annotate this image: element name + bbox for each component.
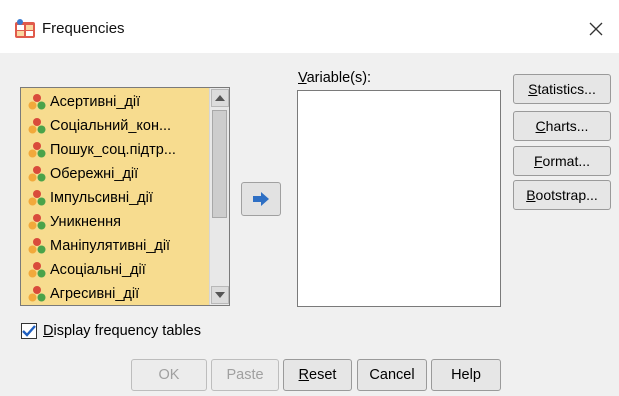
paste-button[interactable]: Paste <box>211 359 279 391</box>
source-variable-label: Уникнення <box>50 214 121 230</box>
close-icon <box>589 22 603 36</box>
source-variable-item[interactable]: Асоціальні_дії <box>23 258 208 282</box>
nominal-variable-icon <box>28 118 46 134</box>
nominal-variable-icon <box>28 214 46 230</box>
source-variable-item[interactable]: Обережні_дії <box>23 162 208 186</box>
variables-label: Variable(s): <box>298 70 372 86</box>
source-variable-item[interactable]: Маніпулятивні_дії <box>23 234 208 258</box>
source-variable-label: Обережні_дії <box>50 166 139 182</box>
help-button[interactable]: Help <box>431 359 501 391</box>
source-variable-item[interactable]: Уникнення <box>23 210 208 234</box>
scroll-up-button[interactable] <box>211 89 229 107</box>
ok-button[interactable]: OK <box>131 359 207 391</box>
close-button[interactable] <box>579 12 613 46</box>
source-variable-item[interactable]: Соціальний_кон... <box>23 114 208 138</box>
display-frequency-tables-checkbox[interactable] <box>21 323 37 339</box>
source-variable-label: Асоціальні_дії <box>50 262 146 278</box>
cancel-button[interactable]: Cancel <box>357 359 427 391</box>
source-variable-item[interactable]: Пошук_соц.підтр... <box>23 138 208 162</box>
scroll-up-icon <box>215 95 225 101</box>
source-variable-label: Асертивні_дії <box>50 94 141 110</box>
nominal-variable-icon <box>28 166 46 182</box>
reset-button[interactable]: Reset <box>283 359 352 391</box>
source-variable-items: Асертивні_дії Соціальний_кон... Пошук_соц.… <box>23 90 208 305</box>
nominal-variable-icon <box>28 142 46 158</box>
nominal-variable-icon <box>28 286 46 302</box>
scroll-down-icon <box>215 292 225 298</box>
display-frequency-tables-label[interactable]: Display frequency tables <box>43 323 201 339</box>
source-variable-label: Маніпулятивні_дії <box>50 238 171 254</box>
source-variable-label: Імпульсивні_дії <box>50 190 153 206</box>
checkmark-icon <box>22 325 36 337</box>
title-bar: Frequencies <box>0 0 619 53</box>
nominal-variable-icon <box>28 94 46 110</box>
source-variable-item[interactable]: Асертивні_дії <box>23 90 208 114</box>
format-button[interactable]: Format... <box>513 146 611 176</box>
source-variable-item[interactable]: Агресивні_дії <box>23 282 208 305</box>
nominal-variable-icon <box>28 190 46 206</box>
arrow-right-icon <box>253 192 269 206</box>
statistics-button[interactable]: Statistics... <box>513 74 611 104</box>
source-variable-label: Агресивні_дії <box>50 286 140 302</box>
source-variable-label: Пошук_соц.підтр... <box>50 142 176 158</box>
bootstrap-button[interactable]: Bootstrap... <box>513 180 611 210</box>
source-list-scrollbar[interactable] <box>209 88 229 305</box>
app-icon <box>15 19 35 38</box>
nominal-variable-icon <box>28 262 46 278</box>
scroll-down-button[interactable] <box>211 286 229 304</box>
move-variable-button[interactable] <box>241 182 281 216</box>
charts-button[interactable]: Charts... <box>513 111 611 141</box>
source-variable-list[interactable]: Асертивні_дії Соціальний_кон... Пошук_соц.… <box>20 87 230 306</box>
scroll-thumb[interactable] <box>212 110 227 218</box>
nominal-variable-icon <box>28 238 46 254</box>
source-variable-item[interactable]: Імпульсивні_дії <box>23 186 208 210</box>
target-variable-list[interactable] <box>297 90 501 307</box>
window-title: Frequencies <box>42 20 125 37</box>
source-variable-label: Соціальний_кон... <box>50 118 172 134</box>
